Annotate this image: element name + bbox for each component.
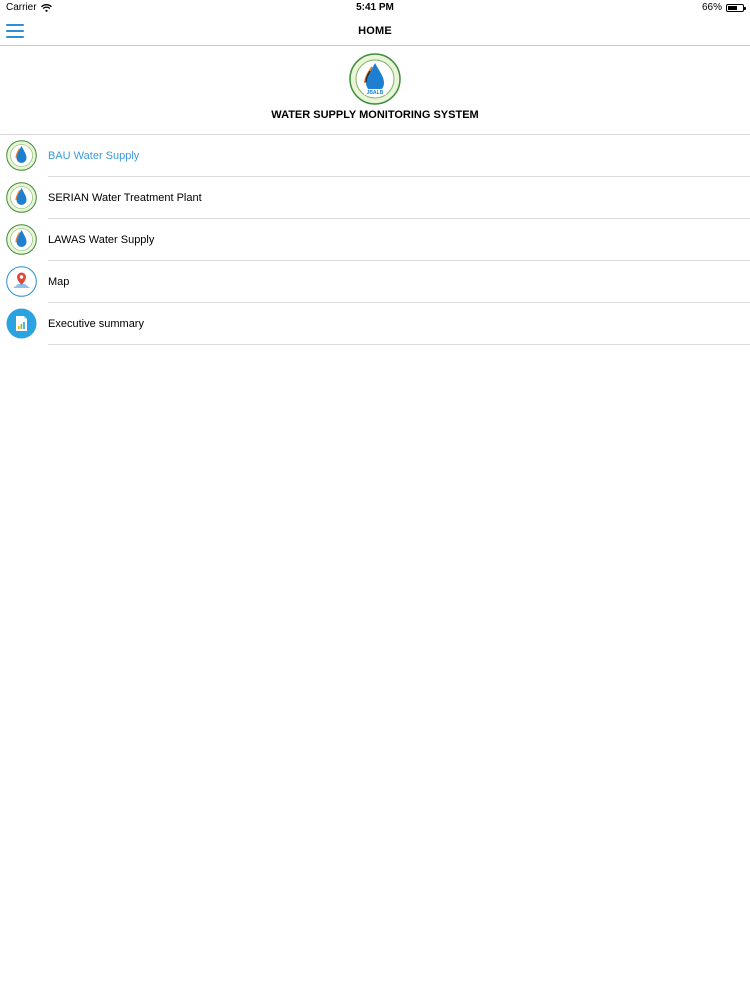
- menu-item-bau-water-supply[interactable]: BAU Water Supply: [0, 135, 750, 177]
- menu-item-label: BAU Water Supply: [48, 150, 140, 162]
- header-block: JBALB WATER SUPPLY MONITORING SYSTEM: [0, 47, 750, 135]
- menu-item-serian-water-treatment-plant[interactable]: SERIAN Water Treatment Plant: [0, 177, 750, 219]
- status-time: 5:41 PM: [356, 2, 394, 13]
- jbalb-logo-icon: [6, 224, 37, 255]
- battery-percent: 66%: [701, 2, 722, 13]
- status-bar: Carrier 5:41 PM 66%: [0, 0, 750, 16]
- jbalb-logo-icon: [6, 182, 37, 213]
- battery-icon: [726, 4, 746, 12]
- menu-item-label: Executive summary: [48, 318, 144, 330]
- svg-text:JBALB: JBALB: [367, 90, 384, 96]
- jbalb-logo-icon: [6, 140, 37, 171]
- menu-item-map[interactable]: Map: [0, 261, 750, 303]
- navigation-bar: HOME: [0, 16, 750, 46]
- jbalb-logo: JBALB: [349, 53, 401, 105]
- hamburger-menu-icon[interactable]: [6, 24, 24, 38]
- menu-list: BAU Water Supply SERIAN Water Treatment …: [0, 135, 750, 345]
- map-pin-icon: [6, 266, 37, 297]
- system-title: WATER SUPPLY MONITORING SYSTEM: [271, 109, 479, 121]
- battery-indicator: 66%: [701, 0, 746, 16]
- page-title: HOME: [358, 25, 392, 37]
- menu-item-executive-summary[interactable]: Executive summary: [0, 303, 750, 345]
- menu-item-label: Map: [48, 276, 70, 288]
- menu-item-label: LAWAS Water Supply: [48, 234, 155, 246]
- divider: [48, 344, 750, 345]
- menu-item-label: SERIAN Water Treatment Plant: [48, 192, 202, 204]
- report-document-icon: [6, 308, 37, 339]
- menu-item-lawas-water-supply[interactable]: LAWAS Water Supply: [0, 219, 750, 261]
